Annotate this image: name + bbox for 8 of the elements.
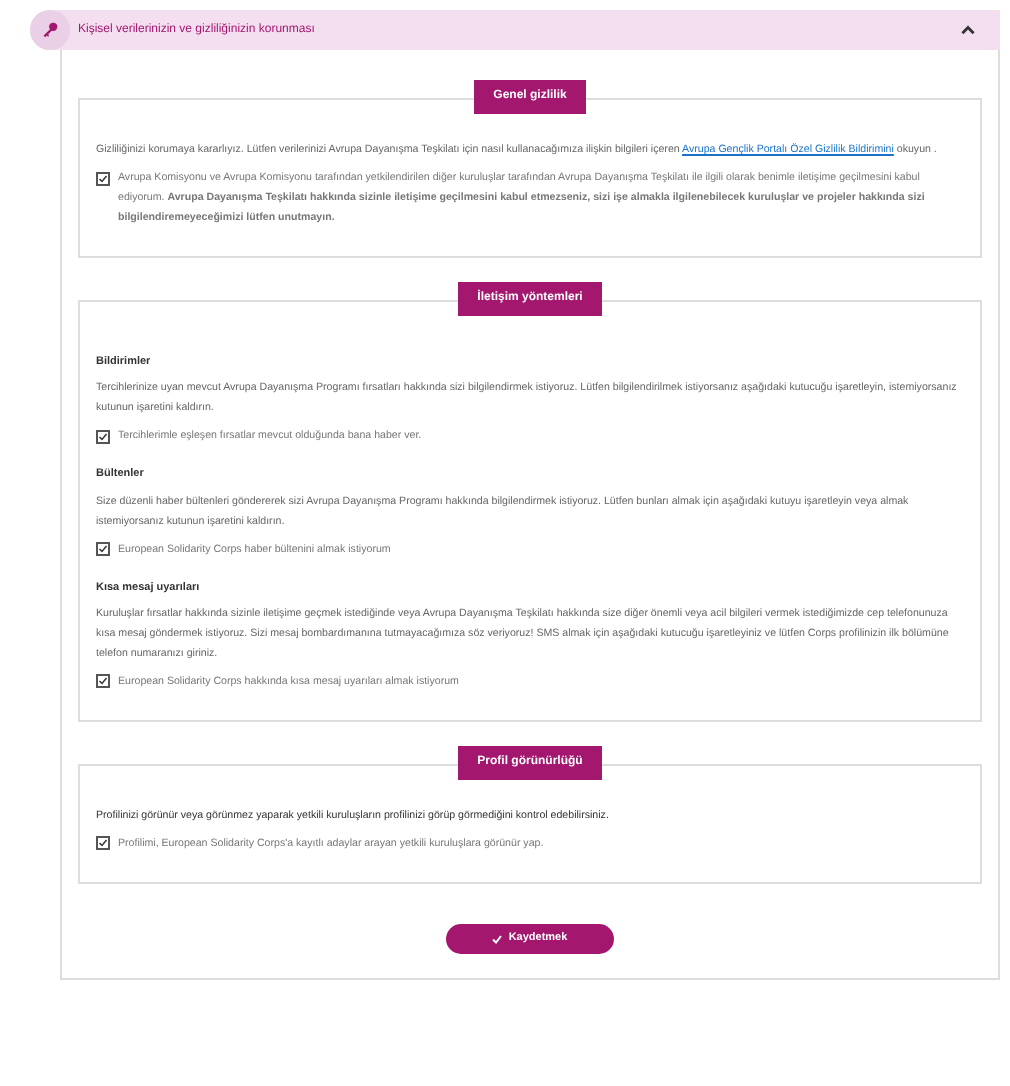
- check-icon: [492, 933, 503, 944]
- checkbox[interactable]: [96, 542, 110, 556]
- checkbox[interactable]: [96, 836, 110, 851]
- checkbox[interactable]: [96, 171, 110, 185]
- checkbox[interactable]: [96, 429, 110, 444]
- key-icon: [42, 22, 58, 38]
- checkbox[interactable]: [96, 674, 110, 689]
- chevron-icon: [960, 22, 976, 38]
